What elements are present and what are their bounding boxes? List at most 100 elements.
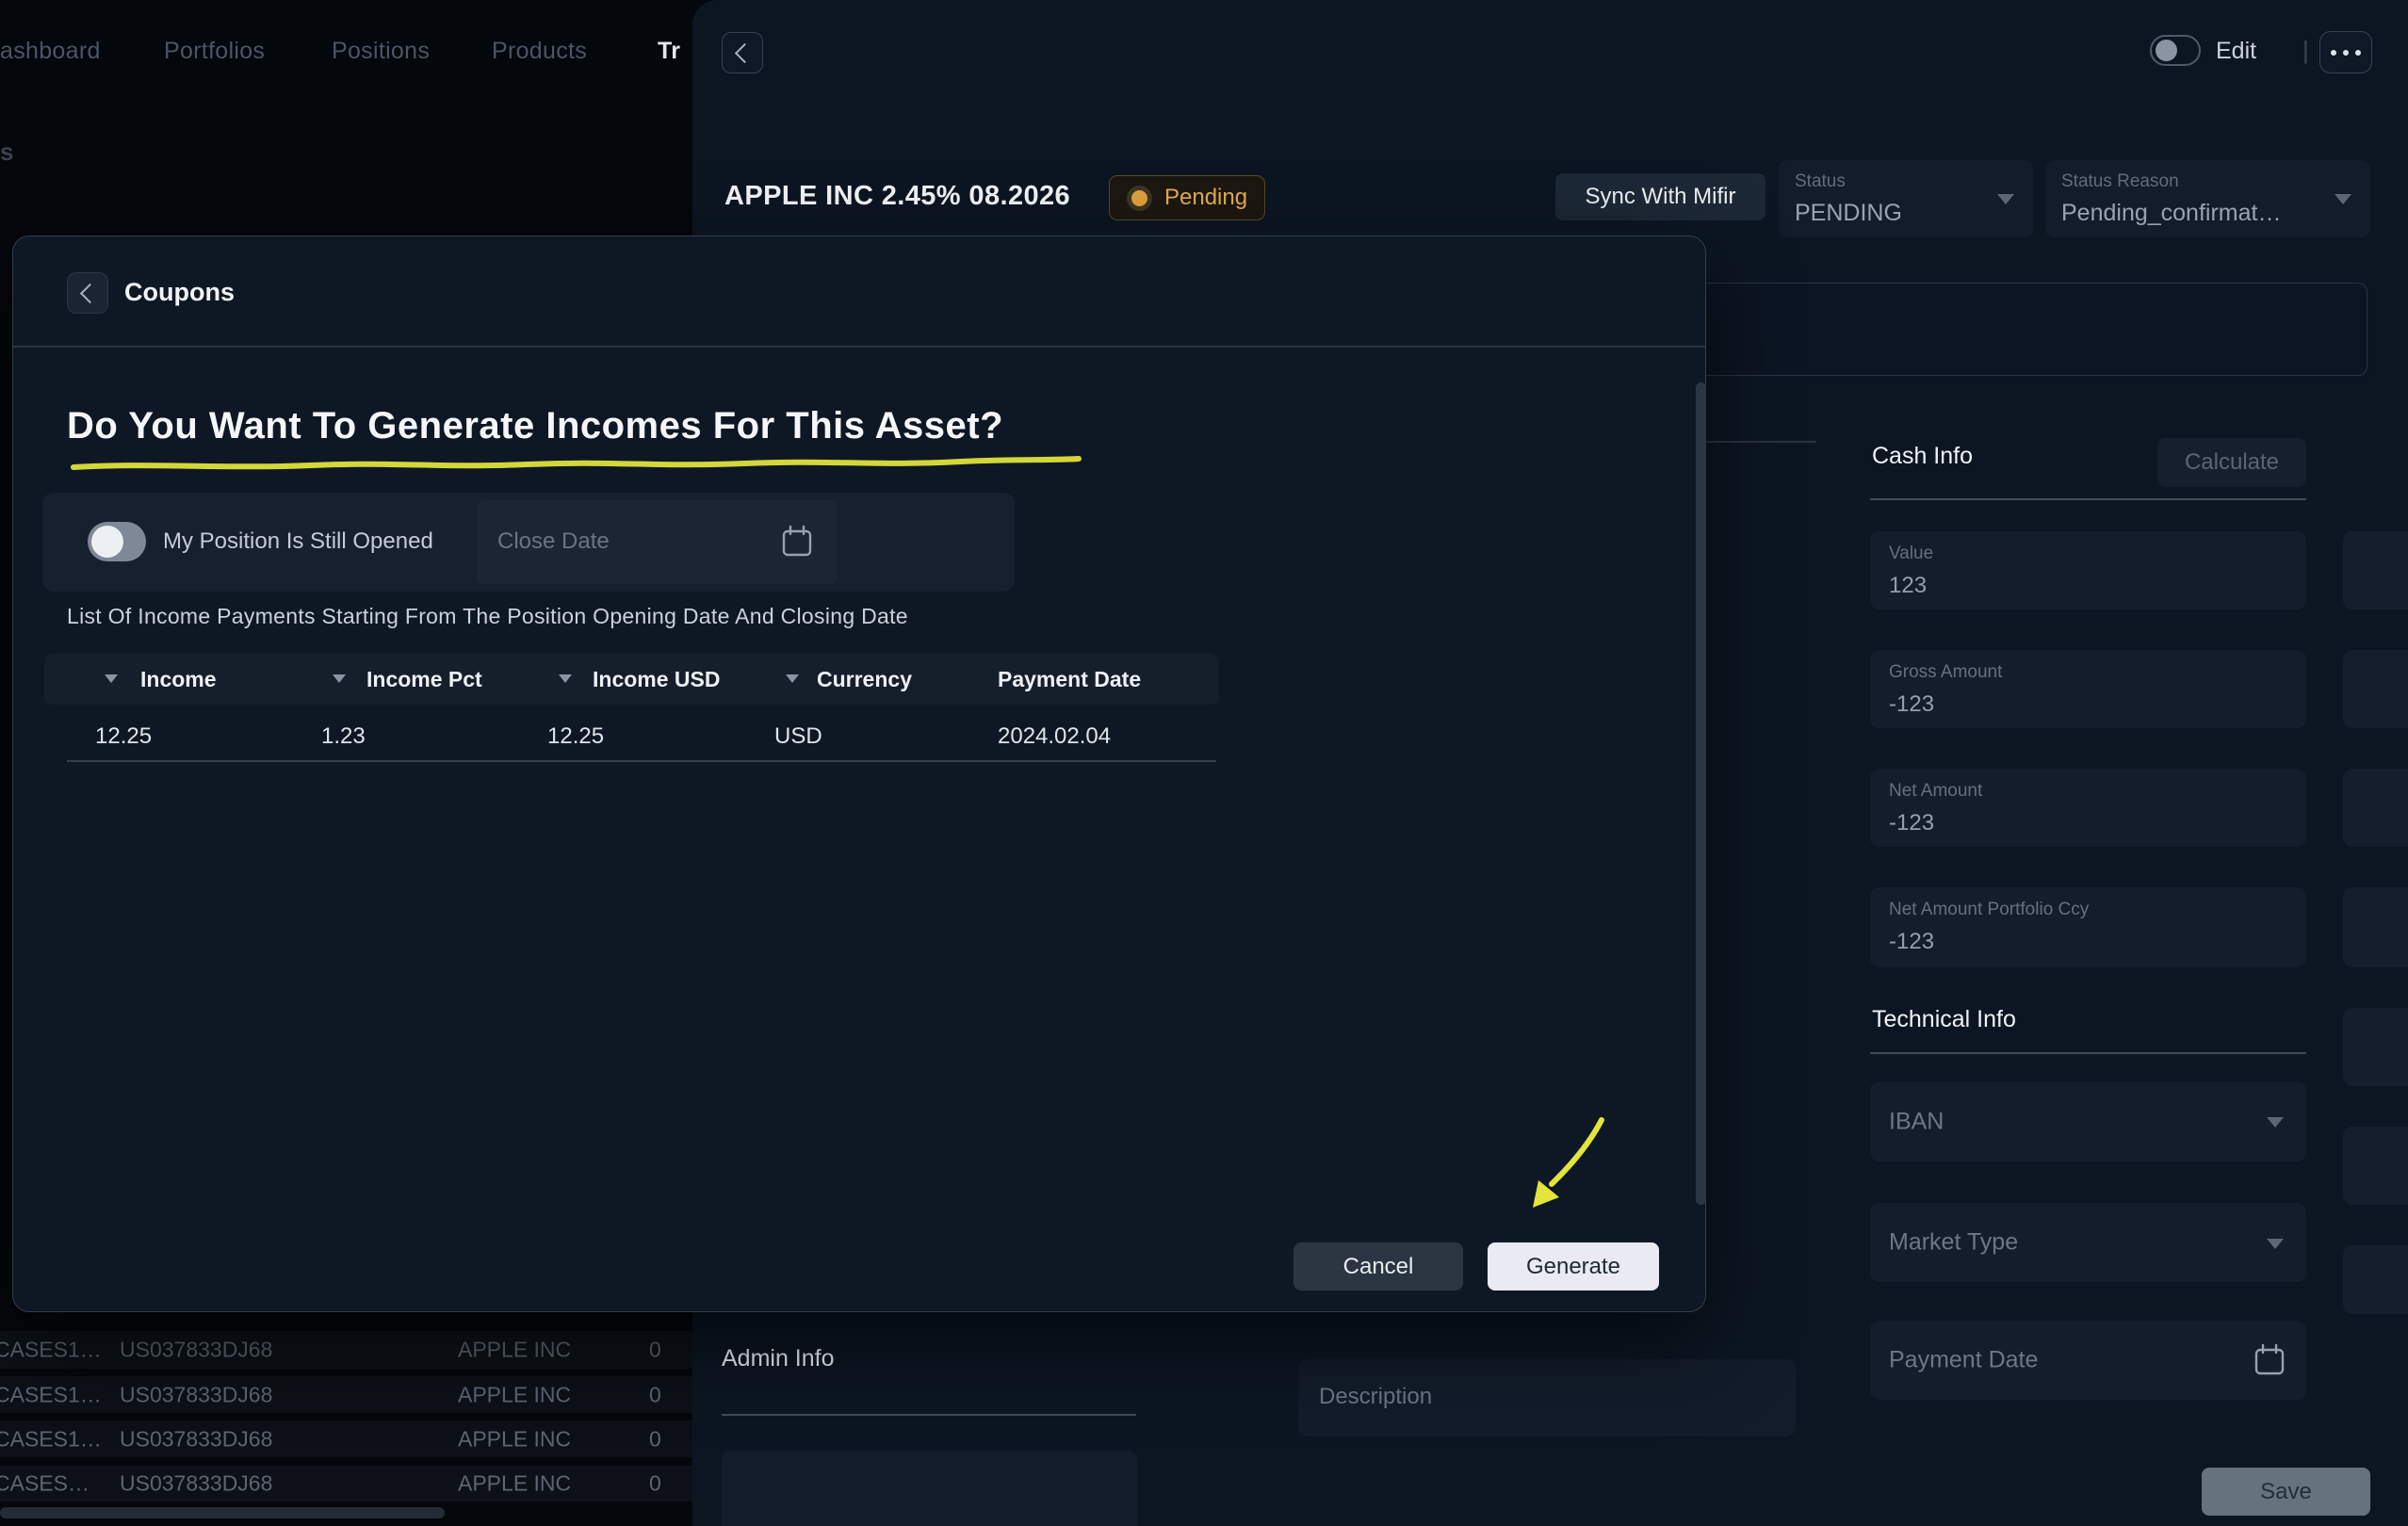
back-button[interactable] (722, 32, 763, 73)
cell-issuer: APPLE INC (458, 1338, 571, 1363)
admin-info-divider (722, 1414, 1136, 1416)
position-open-toggle-label: My Position Is Still Opened (163, 528, 433, 555)
cash-info-title: Cash Info (1872, 443, 1973, 470)
background-field[interactable] (2343, 887, 2408, 967)
background-field[interactable] (2343, 1245, 2408, 1314)
status-reason-select[interactable]: Status Reason Pending_confirmat… (2045, 160, 2370, 237)
description-textarea[interactable]: Description (1298, 1359, 1796, 1437)
gross-amount-field[interactable]: Gross Amount -123 (1870, 650, 2306, 728)
chevron-down-icon (1997, 194, 2014, 204)
column-header-payment-date[interactable]: Payment Date (998, 667, 1141, 692)
generate-button[interactable]: Generate (1488, 1242, 1659, 1291)
app-root: ashboard Portfolios Positions Products T… (0, 0, 2408, 1526)
close-date-placeholder: Close Date (497, 528, 610, 555)
clipped-background-text: s (0, 138, 13, 167)
cell-issuer: APPLE INC (458, 1382, 571, 1407)
status-select[interactable]: Status PENDING (1779, 160, 2033, 237)
description-placeholder: Description (1319, 1384, 1432, 1410)
field-label: Net Amount Portfolio Ccy (1889, 900, 2089, 920)
asset-title: APPLE INC 2.45% 08.2026 (724, 181, 1070, 212)
background-field[interactable] (2343, 650, 2408, 728)
status-reason-label: Status Reason (2061, 171, 2179, 192)
modal-heading: Do You Want To Generate Incomes For This… (67, 405, 1003, 447)
coupons-modal: Coupons Do You Want To Generate Incomes … (12, 235, 1706, 1312)
vertical-scrollbar[interactable] (1696, 382, 1706, 1205)
sync-with-mifir-button[interactable]: Sync With Mifir (1555, 173, 1765, 220)
field-value: -123 (1889, 929, 1934, 955)
sort-icon[interactable] (786, 674, 799, 683)
cell-case-id: CASES1… (0, 1426, 102, 1452)
chevron-down-icon (2267, 1239, 2284, 1249)
topbar-divider: | (2302, 36, 2309, 65)
field-label: Value (1889, 544, 1933, 564)
income-list-caption: List Of Income Payments Starting From Th… (67, 604, 908, 629)
income-table-row[interactable]: 12.25 1.23 12.25 USD 2024.02.04 (13, 723, 1707, 761)
table-row[interactable]: CASES1… US037833DJ68 APPLE INC 0 (0, 1420, 692, 1457)
toggle-knob (91, 526, 123, 558)
edit-toggle[interactable] (2150, 35, 2201, 66)
background-field[interactable] (2343, 531, 2408, 609)
cell-issuer: APPLE INC (458, 1471, 571, 1497)
column-header-income-pct[interactable]: Income Pct (366, 667, 482, 692)
cell-income-usd: 12.25 (547, 723, 604, 750)
status-badge-label: Pending (1164, 185, 1247, 211)
calculate-button[interactable]: Calculate (2157, 438, 2306, 487)
cash-info-divider (1870, 498, 2306, 500)
column-header-income-usd[interactable]: Income USD (593, 667, 720, 692)
cell-income-pct: 1.23 (321, 723, 366, 750)
cell-isin: US037833DJ68 (120, 1382, 272, 1407)
cell-payment-date: 2024.02.04 (998, 723, 1111, 750)
nav-item-trades[interactable]: Tr (658, 38, 680, 65)
technical-info-title: Technical Info (1872, 1006, 2016, 1033)
nav-item-dashboard[interactable]: ashboard (0, 38, 101, 65)
cell-isin: US037833DJ68 (120, 1471, 272, 1497)
chevron-left-icon (79, 283, 99, 302)
sort-icon[interactable] (333, 674, 346, 683)
cell-case-id: CASES1… (0, 1382, 102, 1407)
cell-case-id: CASES1… (0, 1338, 102, 1363)
background-field[interactable] (2343, 769, 2408, 847)
table-row[interactable]: CASES1… US037833DJ68 APPLE INC 0 (0, 1376, 692, 1413)
background-field[interactable] (2343, 1127, 2408, 1205)
market-type-select[interactable]: Market Type (1870, 1203, 2306, 1282)
position-open-toggle[interactable] (88, 522, 146, 561)
nav-item-positions[interactable]: Positions (332, 38, 430, 65)
nav-item-portfolios[interactable]: Portfolios (164, 38, 265, 65)
table-row[interactable]: CASES… US037833DJ68 APPLE INC 0 (0, 1466, 692, 1502)
cell-issuer: APPLE INC (458, 1426, 571, 1452)
modal-back-button[interactable] (67, 272, 108, 314)
save-button[interactable]: Save (2202, 1468, 2370, 1516)
value-field[interactable]: Value 123 (1870, 531, 2306, 609)
payment-date-field[interactable]: Payment Date (1870, 1321, 2306, 1400)
sort-icon[interactable] (105, 674, 118, 683)
calendar-icon (2253, 1343, 2286, 1377)
edit-toggle-label: Edit (2216, 38, 2256, 65)
field-value: 123 (1889, 573, 1927, 599)
column-header-income[interactable]: Income (140, 667, 217, 692)
technical-info-divider (1870, 1052, 2306, 1054)
background-field[interactable] (2343, 1008, 2408, 1086)
position-options-row: My Position Is Still Opened Close Date (42, 493, 1015, 592)
status-select-label: Status (1795, 171, 1846, 192)
net-amount-field[interactable]: Net Amount -123 (1870, 769, 2306, 847)
cell-qty: 0 (649, 1382, 661, 1407)
horizontal-scrollbar[interactable] (0, 1507, 445, 1518)
close-date-field[interactable]: Close Date (477, 500, 838, 584)
cell-qty: 0 (649, 1338, 661, 1363)
cancel-button[interactable]: Cancel (1293, 1242, 1463, 1291)
column-header-currency[interactable]: Currency (817, 667, 912, 692)
modal-header-divider (13, 346, 1705, 348)
nav-item-products[interactable]: Products (492, 38, 587, 65)
net-amount-portfolio-ccy-field[interactable]: Net Amount Portfolio Ccy -123 (1870, 887, 2306, 967)
toggle-knob (2156, 40, 2177, 61)
admin-input-field[interactable] (722, 1451, 1137, 1526)
more-options-button[interactable] (2319, 31, 2372, 73)
table-row[interactable]: CASES1… US037833DJ68 APPLE INC 0 (0, 1331, 692, 1369)
sort-icon[interactable] (559, 674, 572, 683)
cell-isin: US037833DJ68 (120, 1426, 272, 1452)
status-badge: Pending (1109, 175, 1265, 220)
iban-select[interactable]: IBAN (1870, 1081, 2306, 1161)
chevron-left-icon (734, 42, 754, 62)
chevron-down-icon (2267, 1117, 2284, 1128)
market-type-placeholder: Market Type (1889, 1229, 2018, 1257)
